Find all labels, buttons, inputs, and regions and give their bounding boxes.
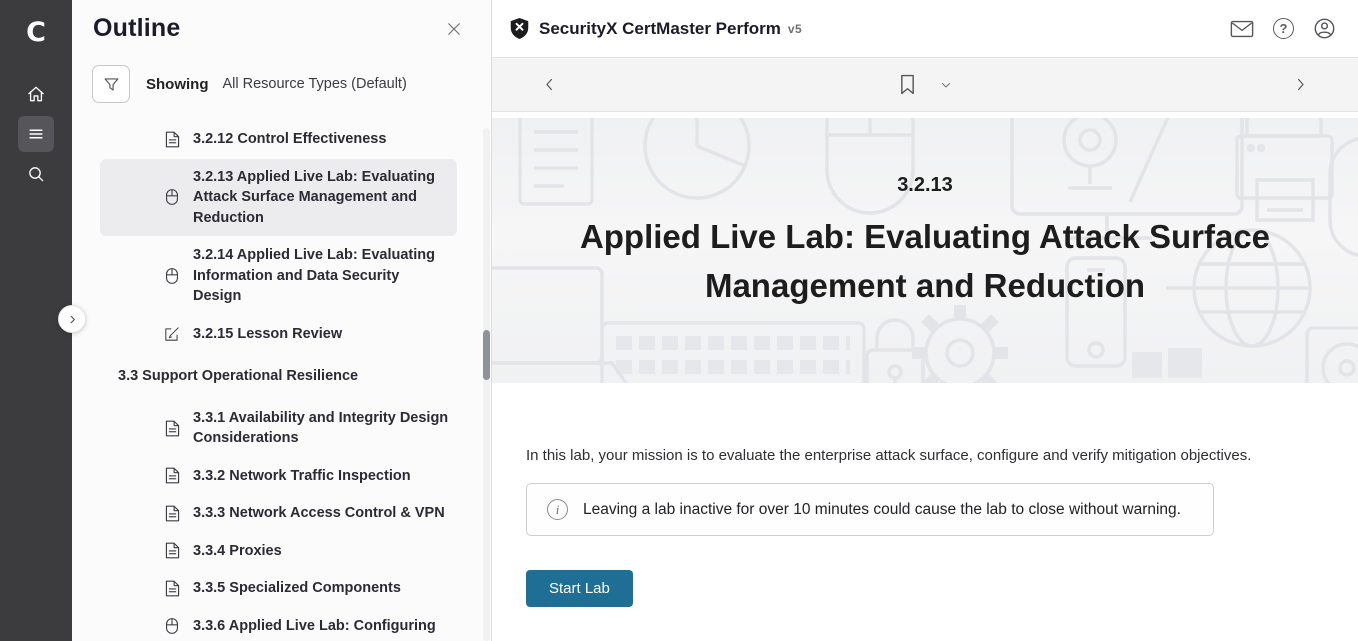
app-title: SecurityX CertMaster Perform xyxy=(539,19,781,39)
comptia-logo[interactable]: C xyxy=(26,10,46,54)
outline-section-label: 3.3 Support Operational Resilience xyxy=(118,368,358,384)
app-version-badge: v5 xyxy=(788,22,802,36)
outline-item-3-3-1[interactable]: 3.3.1 Availability and Integrity Design … xyxy=(100,400,457,457)
mouse-icon xyxy=(162,188,182,206)
outline-item-label: 3.3.5 Specialized Components xyxy=(193,578,451,599)
outline-item-3-3-6[interactable]: 3.3.6 Applied Live Lab: Configuring xyxy=(100,608,457,641)
document-icon xyxy=(162,467,182,484)
chevron-right-icon xyxy=(1293,77,1308,92)
outline-item-3-2-13-active[interactable]: 3.2.13 Applied Live Lab: Evaluating Atta… xyxy=(100,159,457,237)
outline-close-button[interactable] xyxy=(441,16,467,42)
bookmark-button[interactable] xyxy=(895,70,920,99)
filter-funnel-icon xyxy=(102,75,121,94)
document-icon xyxy=(162,505,182,522)
outline-item-label: 3.2.14 Applied Live Lab: Evaluating Info… xyxy=(193,245,451,307)
chevron-down-icon xyxy=(940,79,952,91)
chevron-left-icon xyxy=(542,77,557,92)
outline-panel-title: Outline xyxy=(93,14,181,43)
securityx-shield-icon xyxy=(509,17,530,40)
header-actions: ? xyxy=(1230,17,1336,40)
outline-item-label: 3.3.4 Proxies xyxy=(193,541,451,562)
home-button[interactable] xyxy=(18,76,54,112)
rail-nav xyxy=(18,76,54,192)
outline-item-3-2-14[interactable]: 3.2.14 Applied Live Lab: Evaluating Info… xyxy=(100,237,457,315)
outline-item-3-3-3[interactable]: 3.3.3 Network Access Control & VPN xyxy=(100,495,457,532)
chevron-right-icon xyxy=(67,314,78,325)
info-icon: i xyxy=(547,499,568,520)
outline-item-label: 3.2.15 Lesson Review xyxy=(193,324,451,345)
lesson-content: In this lab, your mission is to evaluate… xyxy=(492,383,1358,607)
start-lab-button[interactable]: Start Lab xyxy=(526,570,633,607)
document-icon xyxy=(162,131,182,148)
mail-icon[interactable] xyxy=(1230,19,1254,39)
outline-item-label: 3.3.1 Availability and Integrity Design … xyxy=(193,408,451,449)
document-icon xyxy=(162,580,182,597)
bookmark-control xyxy=(895,70,956,99)
outline-item-label: 3.2.12 Control Effectiveness xyxy=(193,129,451,150)
account-icon[interactable] xyxy=(1313,17,1336,40)
outline-toggle-button[interactable] xyxy=(18,116,54,152)
showing-label: Showing xyxy=(146,76,209,93)
outline-item-label: 3.3.2 Network Traffic Inspection xyxy=(193,466,451,487)
close-icon xyxy=(445,20,463,38)
outline-filter-row: Showing All Resource Types (Default) xyxy=(92,65,491,103)
outline-item-3-3-2[interactable]: 3.3.2 Network Traffic Inspection xyxy=(100,458,457,495)
edit-icon xyxy=(162,326,182,342)
help-icon[interactable]: ? xyxy=(1273,18,1294,39)
outline-scrollbar-track[interactable] xyxy=(483,128,490,641)
next-lesson-button[interactable] xyxy=(1289,73,1312,96)
bookmark-menu-button[interactable] xyxy=(936,75,956,95)
previous-lesson-button[interactable] xyxy=(538,73,561,96)
home-icon xyxy=(26,84,46,104)
lesson-intro-text: In this lab, your mission is to evaluate… xyxy=(526,447,1324,464)
outline-panel: Outline Showing All Resource Types (Defa… xyxy=(72,0,491,641)
mouse-icon xyxy=(162,267,182,285)
panel-collapse-button[interactable] xyxy=(58,305,86,333)
lesson-banner: 3.2.13 Applied Live Lab: Evaluating Atta… xyxy=(492,118,1358,383)
outline-item-label: 3.2.13 Applied Live Lab: Evaluating Atta… xyxy=(193,167,451,229)
app-header: SecurityX CertMaster Perform v5 ? xyxy=(492,0,1358,58)
outline-item-label: 3.3.6 Applied Live Lab: Configuring xyxy=(193,616,451,637)
outline-item-3-3-5[interactable]: 3.3.5 Specialized Components xyxy=(100,570,457,607)
document-icon xyxy=(162,420,182,437)
inactivity-warning-text: Leaving a lab inactive for over 10 minut… xyxy=(583,501,1181,519)
lesson-toolbar xyxy=(492,58,1358,112)
outline-item-list: 3.2.12 Control Effectiveness 3.2.13 Appl… xyxy=(72,121,491,641)
lesson-number: 3.2.13 xyxy=(492,174,1358,197)
main-area: SecurityX CertMaster Perform v5 ? xyxy=(491,0,1358,641)
outline-section-3-3[interactable]: 3.3 Support Operational Resilience xyxy=(118,362,457,391)
outline-item-3-2-12[interactable]: 3.2.12 Control Effectiveness xyxy=(100,121,457,158)
search-button[interactable] xyxy=(18,156,54,192)
search-icon xyxy=(26,164,46,184)
outline-item-3-3-4[interactable]: 3.3.4 Proxies xyxy=(100,533,457,570)
lesson-title: Applied Live Lab: Evaluating Attack Surf… xyxy=(555,213,1295,310)
outline-scrollbar-thumb[interactable] xyxy=(483,330,490,380)
inactivity-warning-alert: i Leaving a lab inactive for over 10 min… xyxy=(526,483,1214,536)
mouse-icon xyxy=(162,617,182,635)
filter-button[interactable] xyxy=(92,65,130,103)
outline-item-label: 3.3.3 Network Access Control & VPN xyxy=(193,503,451,524)
filter-value[interactable]: All Resource Types (Default) xyxy=(223,76,407,92)
bookmark-icon xyxy=(899,74,916,95)
outline-list-icon xyxy=(26,124,46,144)
outline-item-3-2-15[interactable]: 3.2.15 Lesson Review xyxy=(100,316,457,353)
document-icon xyxy=(162,542,182,559)
